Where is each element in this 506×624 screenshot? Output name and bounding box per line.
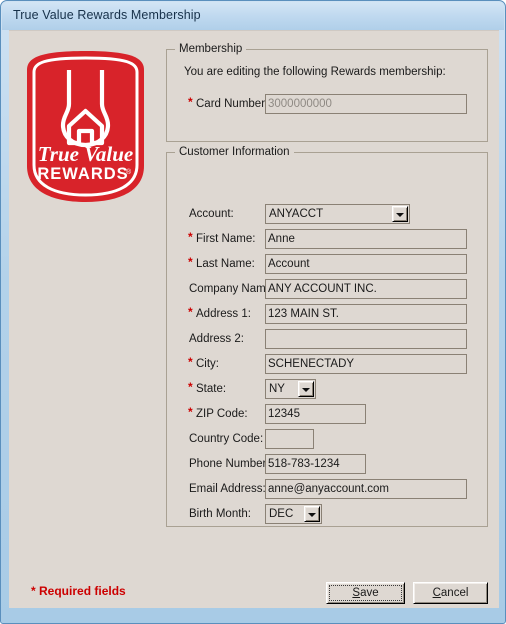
required-fields-note: * Required fields bbox=[31, 584, 126, 598]
birth-month-combobox-value: DEC bbox=[269, 508, 294, 520]
field-row-email-address: Email Address: anne@anyaccount.com bbox=[167, 479, 487, 501]
label-birth-month: Birth Month: bbox=[189, 508, 251, 520]
label-phone-number: Phone Number: bbox=[189, 458, 270, 470]
zip-code-input[interactable]: 12345 bbox=[265, 404, 366, 424]
customer-information-group: Customer Information Account: ANYACCT Ne… bbox=[166, 146, 488, 527]
address-1-input[interactable]: 123 MAIN ST. bbox=[265, 304, 467, 324]
field-row-phone-number: Phone Number: 518-783-1234 bbox=[167, 454, 487, 476]
required-marker-first-name: * bbox=[188, 230, 193, 244]
save-button[interactable]: Save bbox=[326, 582, 405, 604]
label-last-name: Last Name: bbox=[196, 258, 255, 270]
birth-month-combobox[interactable]: DEC bbox=[265, 504, 322, 524]
field-row-address-2: Address 2: bbox=[167, 329, 487, 351]
field-row-country-code: Country Code: bbox=[167, 429, 487, 451]
field-row-first-name: * First Name: Anne bbox=[167, 229, 487, 251]
cancel-button-accelerator: C bbox=[432, 587, 441, 599]
label-first-name: First Name: bbox=[196, 233, 256, 245]
label-country-code: Country Code: bbox=[189, 433, 264, 445]
label-state: State: bbox=[196, 383, 227, 395]
dialog-window: True Value Rewards Membership True Value… bbox=[0, 0, 506, 624]
logo-brand-script: True Value bbox=[38, 142, 133, 166]
email-address-input[interactable]: anne@anyaccount.com bbox=[265, 479, 467, 499]
true-value-rewards-logo: True Value REWARDS ® bbox=[23, 48, 148, 206]
city-input[interactable]: SCHENECTADY bbox=[265, 354, 467, 374]
label-zip-code: ZIP Code: bbox=[196, 408, 248, 420]
required-marker-state: * bbox=[188, 380, 193, 394]
membership-group-legend: Membership bbox=[175, 43, 247, 55]
required-marker-address-1: * bbox=[188, 305, 193, 319]
required-note-star: * bbox=[31, 584, 36, 598]
cancel-button[interactable]: Cancel bbox=[413, 582, 488, 604]
required-marker-last-name: * bbox=[188, 255, 193, 269]
country-code-input[interactable] bbox=[265, 429, 314, 449]
label-email-address: Email Address: bbox=[189, 483, 266, 495]
label-city: City: bbox=[196, 358, 219, 370]
required-note-text: Required fields bbox=[39, 584, 126, 598]
address-2-input[interactable] bbox=[265, 329, 467, 349]
membership-intro-text: You are editing the following Rewards me… bbox=[184, 66, 446, 78]
company-name-input[interactable]: ANY ACCOUNT INC. bbox=[265, 279, 467, 299]
save-button-label-rest: ave bbox=[360, 587, 379, 599]
cancel-button-label-rest: ancel bbox=[440, 587, 469, 599]
membership-group: Membership You are editing the following… bbox=[166, 43, 488, 142]
required-marker-card-number: * bbox=[188, 95, 193, 109]
field-row-zip-code: * ZIP Code: 12345 bbox=[167, 404, 487, 426]
first-name-input[interactable]: Anne bbox=[265, 229, 467, 249]
required-marker-city: * bbox=[188, 355, 193, 369]
chevron-down-icon[interactable] bbox=[392, 206, 408, 222]
chevron-down-icon[interactable] bbox=[298, 381, 314, 397]
dialog-client-area: True Value REWARDS ® Membership You are … bbox=[9, 30, 499, 608]
label-card-number: Card Number: bbox=[196, 98, 269, 110]
title-bar[interactable]: True Value Rewards Membership bbox=[2, 2, 504, 30]
field-row-company-name: Company Name: ANY ACCOUNT INC. bbox=[167, 279, 487, 301]
state-combobox-value: NY bbox=[269, 383, 285, 395]
label-address-1: Address 1: bbox=[196, 308, 251, 320]
card-number-input[interactable]: 3000000000 bbox=[265, 94, 467, 114]
last-name-input[interactable]: Account bbox=[265, 254, 467, 274]
customer-group-legend: Customer Information bbox=[175, 146, 294, 158]
logo-brand-sub: REWARDS bbox=[37, 165, 128, 183]
field-row-last-name: * Last Name: Account bbox=[167, 254, 487, 276]
field-row-account: Account: ANYACCT bbox=[167, 204, 487, 226]
logo-registered-mark: ® bbox=[126, 168, 132, 176]
label-company-name: Company Name: bbox=[189, 283, 276, 295]
save-button-accelerator: S bbox=[352, 587, 361, 599]
label-account: Account: bbox=[189, 208, 234, 220]
field-row-city: * City: SCHENECTADY bbox=[167, 354, 487, 376]
label-address-2: Address 2: bbox=[189, 333, 244, 345]
field-row-address-1: * Address 1: 123 MAIN ST. bbox=[167, 304, 487, 326]
phone-number-input[interactable]: 518-783-1234 bbox=[265, 454, 366, 474]
chevron-down-icon[interactable] bbox=[304, 506, 320, 522]
field-row-state: * State: NY bbox=[167, 379, 487, 401]
account-combobox[interactable]: ANYACCT bbox=[265, 204, 410, 224]
state-combobox[interactable]: NY bbox=[265, 379, 316, 399]
field-row-card-number: * Card Number: 3000000000 bbox=[167, 94, 487, 116]
window-title: True Value Rewards Membership bbox=[13, 8, 201, 22]
account-combobox-value: ANYACCT bbox=[269, 208, 324, 220]
required-marker-zip-code: * bbox=[188, 405, 193, 419]
field-row-birth-month: Birth Month: DEC bbox=[167, 504, 487, 526]
